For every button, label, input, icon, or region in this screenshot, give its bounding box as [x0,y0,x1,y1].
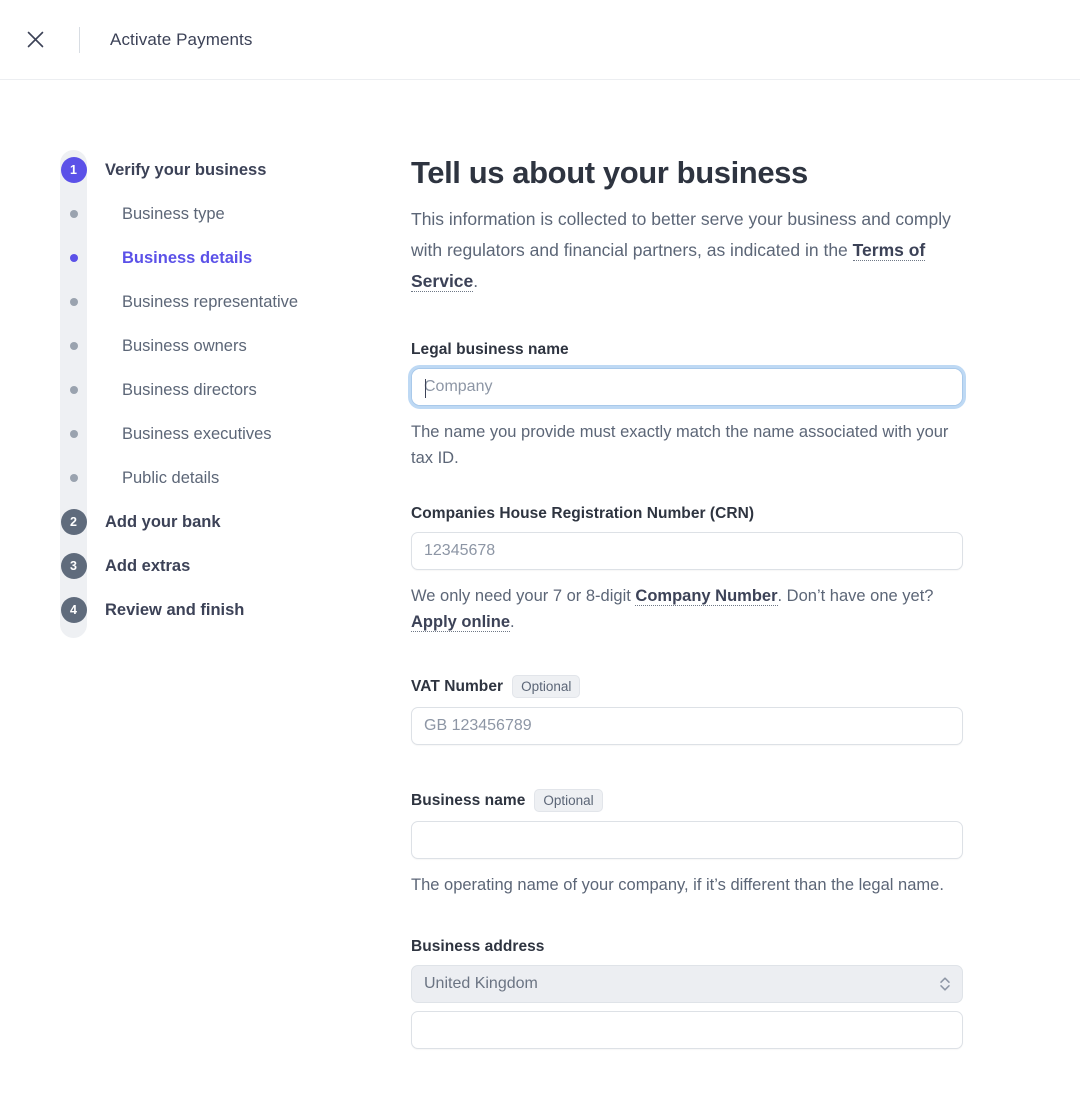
crn-help-part1: We only need your 7 or 8-digit [411,587,636,605]
country-select-wrapper[interactable]: United Kingdom [411,965,963,1003]
step-marker: 1 [56,157,91,183]
step-dot-icon [69,474,78,482]
sidebar-item-label: Business directors [122,380,257,399]
app-header: Activate Payments [0,0,1080,80]
crn-help-part3: . [510,613,515,631]
step-dot-icon [69,298,78,306]
step-dot-icon [69,386,78,394]
legal-business-name-input-wrapper[interactable] [411,368,963,406]
country-select[interactable]: United Kingdom [411,965,963,1003]
field-label-row: Business address [411,938,963,956]
intro-text-part2: . [473,271,479,291]
step-dot-icon [69,342,78,350]
step-marker [56,254,91,262]
crn-input[interactable] [411,532,963,570]
step-marker [56,474,91,482]
step-marker: 2 [56,509,91,535]
legal-business-name-label: Legal business name [411,341,569,358]
address-line1-input[interactable] [411,1011,963,1049]
step-marker [56,430,91,438]
sidebar-item-label: Review and finish [105,600,245,619]
business-name-optional-badge: Optional [534,789,603,812]
field-business-name: Business name Optional The operating nam… [411,789,963,898]
sidebar-item-label: Business owners [122,336,247,355]
field-business-address: Business address United Kingdom [411,938,963,1049]
step-marker [56,210,91,218]
field-label-row: Companies House Registration Number (CRN… [411,505,963,523]
sidebar-item-business-directors[interactable]: Business directors [56,368,406,412]
step-marker [56,298,91,306]
sidebar-item-review-and-finish[interactable]: 4 Review and finish [56,588,406,632]
business-name-label: Business name [411,791,526,809]
field-legal-business-name: Legal business name The name you provide… [411,341,963,471]
vat-number-label: VAT Number [411,677,504,695]
step-marker [56,342,91,350]
form-heading: Tell us about your business [411,155,808,190]
business-details-form: Tell us about your business This informa… [411,148,963,1110]
form-intro-text: This information is collected to better … [411,204,963,297]
step-number-badge: 3 [60,553,87,579]
sidebar-item-label: Business type [122,204,225,223]
step-marker: 4 [56,597,91,623]
sidebar-item-label: Add extras [105,556,191,575]
business-name-input[interactable] [411,821,963,859]
vat-optional-badge: Optional [512,675,581,698]
sidebar-item-verify-your-business[interactable]: 1 Verify your business [56,148,406,192]
sidebar-item-public-details[interactable]: Public details [56,456,406,500]
sidebar-item-add-extras[interactable]: 3 Add extras [56,544,406,588]
legal-business-name-input[interactable] [412,369,962,405]
step-marker: 3 [56,553,91,579]
header-divider [79,26,80,53]
sidebar-item-business-type[interactable]: Business type [56,192,406,236]
sidebar-item-label: Public details [122,468,220,487]
field-label-row: Legal business name [411,341,963,359]
sidebar-item-business-details[interactable]: Business details [56,236,406,280]
field-vat-number: VAT Number Optional [411,675,963,745]
step-dot-icon [69,254,78,262]
sidebar-item-add-your-bank[interactable]: 2 Add your bank [56,500,406,544]
sidebar-item-business-owners[interactable]: Business owners [56,324,406,368]
field-label-row: VAT Number Optional [411,675,963,698]
business-name-help: The operating name of your company, if i… [411,876,944,894]
crn-help: We only need your 7 or 8-digit Company N… [411,583,963,635]
step-number-badge: 4 [60,597,87,623]
step-number-badge: 1 [60,157,87,183]
vat-number-input[interactable] [411,707,963,745]
sidebar-item-label: Add your bank [105,512,221,531]
apply-online-link[interactable]: Apply online [411,613,510,632]
field-crn: Companies House Registration Number (CRN… [411,505,963,635]
step-marker [56,386,91,394]
sidebar-item-label: Business representative [122,292,299,311]
step-number-badge: 2 [60,509,87,535]
sidebar-item-business-executives[interactable]: Business executives [56,412,406,456]
company-number-link[interactable]: Company Number [635,587,778,606]
sidebar-item-label: Verify your business [105,160,267,179]
business-address-label: Business address [411,938,545,955]
page-body: 1 Verify your business Business type Bus… [0,80,1080,1110]
page-title: Activate Payments [110,29,253,49]
step-dot-icon [69,210,78,218]
sidebar-item-label: Business executives [122,424,272,443]
sidebar-item-label: Business details [122,248,253,267]
crn-help-part2: . Don’t have one yet? [777,587,934,605]
sidebar-item-business-representative[interactable]: Business representative [56,280,406,324]
close-button[interactable] [18,23,52,57]
field-label-row: Business name Optional [411,789,963,812]
legal-business-name-help: The name you provide must exactly match … [411,423,949,467]
close-icon [27,31,43,48]
stepper-sidebar: 1 Verify your business Business type Bus… [56,148,406,1110]
step-dot-icon [69,430,78,438]
crn-label: Companies House Registration Number (CRN… [411,505,755,522]
text-caret [425,379,426,398]
step-list: 1 Verify your business Business type Bus… [56,148,406,632]
